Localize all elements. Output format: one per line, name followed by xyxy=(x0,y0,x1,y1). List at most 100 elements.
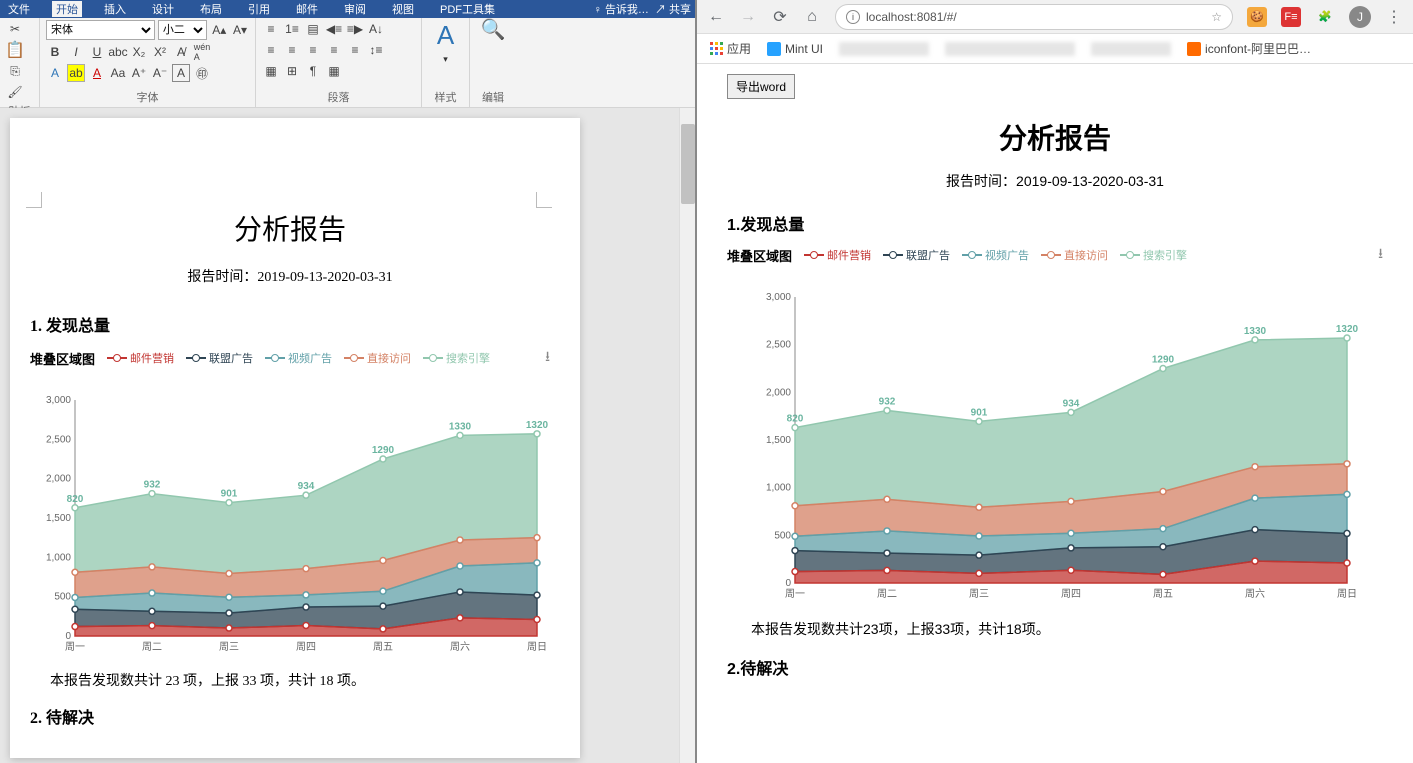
clear-format-icon[interactable]: A̸ xyxy=(172,43,190,61)
ext-cookie-icon[interactable]: 🍪 xyxy=(1247,7,1267,27)
bookmark-blur3[interactable] xyxy=(1091,42,1171,56)
svg-text:周一: 周一 xyxy=(785,588,805,600)
extensions-icon[interactable]: 🧩 xyxy=(1315,7,1335,27)
shrink-a-icon[interactable]: A⁻ xyxy=(151,64,169,82)
legend-union-web[interactable]: 联盟广告 xyxy=(883,247,950,263)
align-right-icon[interactable]: ≡ xyxy=(304,41,322,59)
tab-insert[interactable]: 插入 xyxy=(100,1,130,17)
group-paragraph-label: 段落 xyxy=(262,87,415,107)
justify-icon[interactable]: ≡ xyxy=(325,41,343,59)
scroll-thumb[interactable] xyxy=(681,124,695,204)
export-word-button[interactable]: 导出word xyxy=(727,74,795,99)
phonetic-icon[interactable]: wénA xyxy=(193,43,211,61)
reload-icon[interactable]: ⟳ xyxy=(771,8,789,26)
snap-grid-icon[interactable]: ▦ xyxy=(325,62,343,80)
align-left-icon[interactable]: ≡ xyxy=(262,41,280,59)
legend-direct[interactable]: 直接访问 xyxy=(344,350,411,366)
strike-icon[interactable]: abc xyxy=(109,43,127,61)
format-painter-icon[interactable]: 🖌 xyxy=(6,83,24,101)
cut-icon[interactable]: ✂ xyxy=(6,20,24,38)
align-center-icon[interactable]: ≡ xyxy=(283,41,301,59)
tab-file[interactable]: 文件 xyxy=(4,1,34,17)
dec-indent-icon[interactable]: ◀≡ xyxy=(325,20,343,38)
svg-text:周三: 周三 xyxy=(969,588,989,600)
legend-email-web[interactable]: 邮件营销 xyxy=(804,247,871,263)
profile-avatar[interactable]: J xyxy=(1349,6,1371,28)
legend-search[interactable]: 搜索引擎 xyxy=(423,350,490,366)
char-border-icon[interactable]: A xyxy=(172,64,190,82)
shading-icon[interactable]: ▦ xyxy=(262,62,280,80)
font-size-select[interactable]: 小二 xyxy=(158,20,207,40)
font-color-icon[interactable]: A xyxy=(88,64,106,82)
highlight-icon[interactable]: ab xyxy=(67,64,85,82)
word-document-area[interactable]: 分析报告 报告时间：2019-09-13-2020-03-31 1. 发现总量 … xyxy=(0,108,695,763)
multilevel-icon[interactable]: ▤ xyxy=(304,20,322,38)
bookmark-mint[interactable]: Mint UI xyxy=(767,42,823,56)
bookmark-iconfont[interactable]: iconfont-阿里巴巴… xyxy=(1187,40,1311,57)
download-icon[interactable]: ⭳ xyxy=(545,346,550,370)
bookmark-star-icon[interactable]: ☆ xyxy=(1211,10,1222,24)
tab-layout[interactable]: 布局 xyxy=(196,1,226,17)
bullets-icon[interactable]: ≡ xyxy=(262,20,280,38)
legend-union[interactable]: 联盟广告 xyxy=(186,350,253,366)
tab-mailings[interactable]: 邮件 xyxy=(292,1,322,17)
tell-me[interactable]: ♀ 告诉我… xyxy=(594,1,649,17)
group-styles-label: 样式 xyxy=(428,87,463,107)
find-icon[interactable]: 🔍 xyxy=(484,20,502,38)
legend-email[interactable]: 邮件营销 xyxy=(107,350,174,366)
italic-icon[interactable]: I xyxy=(67,43,85,61)
enclose-char-icon[interactable]: ㊞ xyxy=(193,64,211,82)
grow-font-icon[interactable]: A▴ xyxy=(210,21,228,39)
forward-icon[interactable]: → xyxy=(739,8,757,26)
sort-icon[interactable]: A↓ xyxy=(367,20,385,38)
tab-home[interactable]: 开始 xyxy=(52,1,82,17)
site-info-icon[interactable]: i xyxy=(846,10,860,24)
bookmark-blur1[interactable] xyxy=(839,42,929,56)
superscript-icon[interactable]: X² xyxy=(151,43,169,61)
styles-icon[interactable]: A xyxy=(437,20,454,51)
ext-red-icon[interactable]: F≡ xyxy=(1281,7,1301,27)
underline-icon[interactable]: U xyxy=(88,43,106,61)
back-icon[interactable]: ← xyxy=(707,8,725,26)
home-icon[interactable]: ⌂ xyxy=(803,8,821,26)
browser-body: 导出word 分析报告 报告时间：2019-09-13-2020-03-31 1… xyxy=(697,64,1413,763)
word-page: 分析报告 报告时间：2019-09-13-2020-03-31 1. 发现总量 … xyxy=(10,118,580,758)
tab-review[interactable]: 审阅 xyxy=(340,1,370,17)
legend-video-web[interactable]: 视频广告 xyxy=(962,247,1029,263)
grow-a-icon[interactable]: A⁺ xyxy=(130,64,148,82)
tab-references[interactable]: 引用 xyxy=(244,1,274,17)
line-spacing-icon[interactable]: ↕≡ xyxy=(367,41,385,59)
share-button[interactable]: ↗ 共享 xyxy=(655,1,691,17)
copy-icon[interactable]: ⎘ xyxy=(6,62,24,80)
svg-text:1290: 1290 xyxy=(372,445,395,456)
paste-icon[interactable]: 📋 xyxy=(6,41,24,59)
svg-text:932: 932 xyxy=(879,396,896,407)
svg-text:1320: 1320 xyxy=(1336,324,1359,335)
inc-indent-icon[interactable]: ≡▶ xyxy=(346,20,364,38)
change-case-icon[interactable]: Aa xyxy=(109,64,127,82)
bold-icon[interactable]: B xyxy=(46,43,64,61)
shrink-font-icon[interactable]: A▾ xyxy=(231,21,249,39)
distribute-icon[interactable]: ≡ xyxy=(346,41,364,59)
url-bar[interactable]: i localhost:8081/#/ ☆ xyxy=(835,4,1233,30)
svg-text:500: 500 xyxy=(774,530,791,541)
word-scrollbar[interactable] xyxy=(679,108,695,763)
subscript-icon[interactable]: X₂ xyxy=(130,43,148,61)
legend-video[interactable]: 视频广告 xyxy=(265,350,332,366)
bookmark-blur2[interactable] xyxy=(945,42,1075,56)
tab-pdf[interactable]: PDF工具集 xyxy=(436,1,499,17)
tab-design[interactable]: 设计 xyxy=(148,1,178,17)
numbering-icon[interactable]: 1≡ xyxy=(283,20,301,38)
show-marks-icon[interactable]: ¶ xyxy=(304,62,322,80)
menu-icon[interactable]: ⋮ xyxy=(1385,8,1403,26)
legend-direct-web[interactable]: 直接访问 xyxy=(1041,247,1108,263)
group-font-label: 字体 xyxy=(46,87,249,107)
font-name-select[interactable]: 宋体 xyxy=(46,20,155,40)
tab-view[interactable]: 视图 xyxy=(388,1,418,17)
svg-text:周五: 周五 xyxy=(373,641,393,653)
borders-icon[interactable]: ⊞ xyxy=(283,62,301,80)
legend-search-web[interactable]: 搜索引擎 xyxy=(1120,247,1187,263)
text-effects-icon[interactable]: A xyxy=(46,64,64,82)
download-icon-web[interactable]: ⭳ xyxy=(1378,243,1383,267)
bookmark-apps[interactable]: 应用 xyxy=(709,40,751,57)
